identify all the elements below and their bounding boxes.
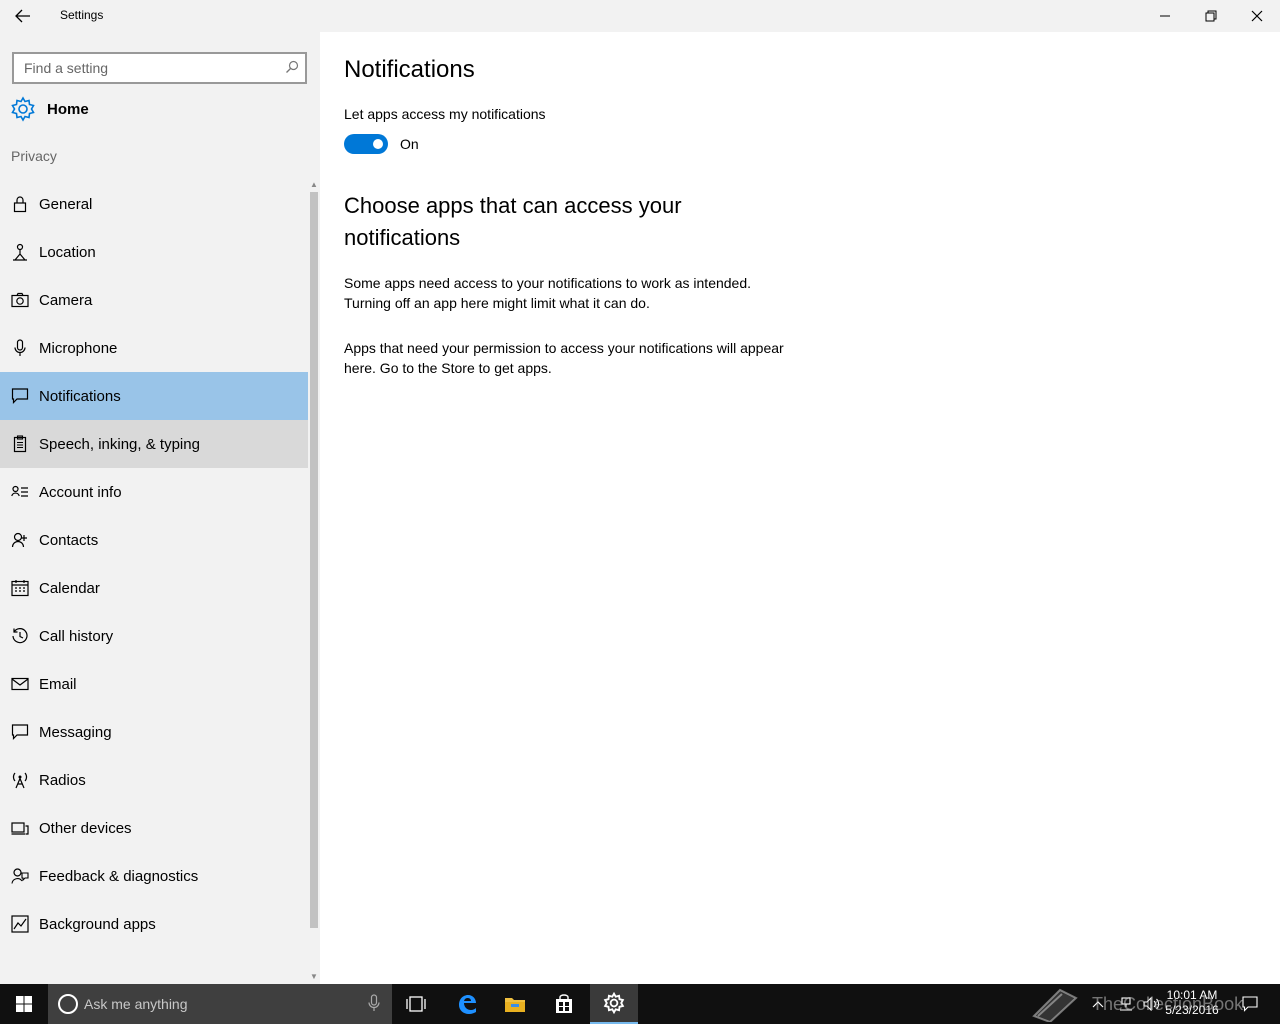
search-box[interactable] — [12, 52, 307, 84]
sidebar-item-label: Speech, inking, & typing — [39, 435, 200, 453]
camera-icon — [11, 291, 29, 309]
history-icon — [11, 627, 29, 645]
cortana-icon — [58, 994, 78, 1014]
store-button[interactable] — [540, 984, 588, 1024]
file-explorer-button[interactable] — [491, 984, 539, 1024]
sidebar-item-account-info[interactable]: Account info — [0, 468, 308, 516]
close-button[interactable] — [1234, 0, 1280, 32]
home-link[interactable]: Home — [10, 94, 89, 124]
restore-button[interactable] — [1188, 0, 1234, 32]
envelope-icon — [11, 675, 29, 693]
minimize-icon — [1160, 15, 1170, 17]
sidebar-item-location[interactable]: Location — [0, 228, 308, 276]
close-icon — [1251, 10, 1263, 22]
folder-icon — [505, 998, 525, 1012]
microphone-icon[interactable] — [368, 994, 380, 1017]
back-button[interactable] — [10, 4, 36, 28]
sidebar-item-label: Notifications — [39, 387, 121, 405]
sidebar-item-label: Contacts — [39, 531, 99, 549]
sidebar-item-camera[interactable]: Camera — [0, 276, 308, 324]
back-arrow-icon — [15, 9, 30, 23]
feedback-icon — [11, 867, 29, 885]
book-icon — [1032, 988, 1078, 1022]
calendar-icon — [11, 579, 29, 597]
empty-state-paragraph: Apps that need your permission to access… — [344, 340, 784, 376]
sidebar-item-label: Feedback & diagnostics — [39, 867, 199, 885]
sidebar-item-email[interactable]: Email — [0, 660, 308, 708]
sidebar-item-label: Other devices — [39, 819, 132, 837]
message-icon — [11, 723, 29, 741]
speech-bubble-icon — [11, 387, 29, 405]
gear-icon — [11, 96, 35, 122]
sidebar-scrollbar[interactable]: ▲ ▼ — [308, 180, 320, 986]
contacts-icon — [11, 531, 29, 549]
sidebar-item-other-devices[interactable]: Other devices — [0, 804, 308, 852]
privacy-nav-list: General Location Camera Microphone Notif… — [0, 180, 308, 948]
sidebar-item-label: General — [39, 195, 93, 213]
scrollbar-thumb[interactable] — [310, 192, 318, 928]
notifications-access-toggle[interactable] — [344, 134, 388, 154]
action-center-icon — [1242, 996, 1258, 1012]
sidebar-item-label: Location — [39, 243, 96, 261]
title-bar: Settings — [0, 0, 1280, 32]
sidebar-item-messaging[interactable]: Messaging — [0, 708, 308, 756]
settings-taskbar-button[interactable] — [590, 984, 638, 1024]
sidebar: Home Privacy General Location Camera Mic… — [0, 32, 320, 984]
minimize-button[interactable] — [1142, 0, 1188, 32]
sidebar-item-general[interactable]: General — [0, 180, 308, 228]
cortana-search-box[interactable]: Ask me anything — [48, 984, 392, 1024]
sidebar-item-speech-inking-typing[interactable]: Speech, inking, & typing — [0, 420, 308, 468]
search-input[interactable] — [14, 54, 274, 82]
sidebar-item-label: Radios — [39, 771, 86, 789]
section-heading: Choose apps that can access your notific… — [344, 193, 682, 250]
background-apps-icon — [11, 915, 29, 933]
sidebar-item-microphone[interactable]: Microphone — [0, 324, 308, 372]
edge-button[interactable] — [443, 984, 491, 1024]
store-bag-icon — [556, 994, 572, 1013]
watermark: TheCollectionBook — [1030, 986, 1243, 1022]
toggle-label: Let apps access my notifications — [344, 106, 546, 122]
sidebar-item-label: Email — [39, 675, 77, 693]
edge-browser-icon — [459, 995, 476, 1014]
account-card-icon — [11, 483, 29, 501]
sidebar-item-radios[interactable]: Radios — [0, 756, 308, 804]
gear-icon — [603, 992, 625, 1014]
toggle-knob — [373, 139, 383, 149]
sidebar-item-notifications[interactable]: Notifications — [0, 372, 308, 420]
microphone-icon — [11, 339, 29, 357]
sidebar-item-feedback-diagnostics[interactable]: Feedback & diagnostics — [0, 852, 308, 900]
page-title: Notifications — [344, 56, 475, 83]
sidebar-item-label: Background apps — [39, 915, 156, 933]
lock-icon — [11, 195, 29, 213]
sidebar-item-call-history[interactable]: Call history — [0, 612, 308, 660]
task-view-button[interactable] — [392, 984, 440, 1024]
toggle-state-text: On — [400, 136, 419, 152]
watermark-text: TheCollectionBook — [1092, 993, 1244, 1014]
description-paragraph: Some apps need access to your notificati… — [344, 275, 752, 311]
scroll-down-arrow-icon[interactable]: ▼ — [310, 972, 318, 981]
windows-logo-icon — [16, 996, 32, 1012]
task-view-icon — [406, 996, 426, 1012]
window-title: Settings — [60, 8, 104, 22]
sidebar-item-label: Account info — [39, 483, 122, 501]
sidebar-item-label: Camera — [39, 291, 93, 309]
sidebar-item-contacts[interactable]: Contacts — [0, 516, 308, 564]
radio-tower-icon — [11, 771, 29, 789]
section-label-privacy: Privacy — [11, 148, 57, 164]
sidebar-item-label: Microphone — [39, 339, 118, 357]
search-icon[interactable] — [285, 60, 299, 79]
home-label: Home — [47, 100, 89, 118]
sidebar-item-label: Messaging — [39, 723, 112, 741]
scroll-up-arrow-icon[interactable]: ▲ — [310, 180, 318, 189]
clipboard-icon — [11, 435, 29, 453]
sidebar-item-calendar[interactable]: Calendar — [0, 564, 308, 612]
sidebar-item-label: Calendar — [39, 579, 100, 597]
location-person-icon — [11, 243, 29, 261]
sidebar-item-label: Call history — [39, 627, 114, 645]
start-button[interactable] — [0, 984, 48, 1024]
cortana-placeholder: Ask me anything — [84, 996, 188, 1012]
restore-icon — [1205, 10, 1217, 22]
devices-icon — [11, 819, 29, 837]
sidebar-item-background-apps[interactable]: Background apps — [0, 900, 308, 948]
